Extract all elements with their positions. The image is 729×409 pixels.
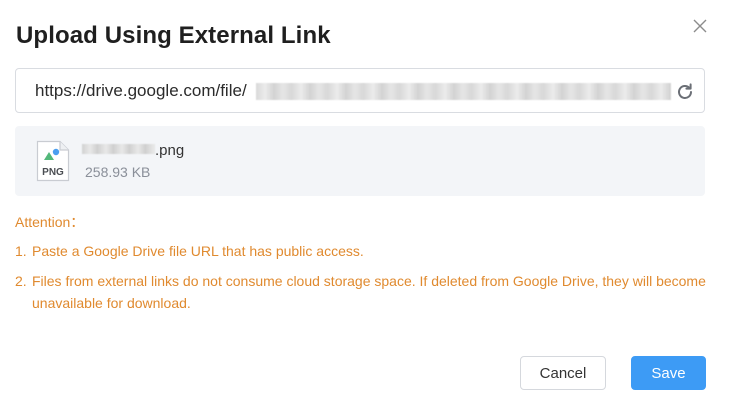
file-name-redacted	[82, 144, 155, 154]
file-name: .png	[155, 142, 185, 159]
file-card: PNG .png 258.93 KB	[15, 126, 705, 196]
url-input-value[interactable]: https://drive.google.com/file/	[35, 81, 247, 101]
close-button[interactable]	[688, 14, 712, 38]
note-item: 2. Files from external links do not cons…	[15, 270, 715, 314]
note-number: 2.	[15, 273, 27, 289]
dialog-title: Upload Using External Link	[16, 22, 331, 49]
url-input[interactable]: https://drive.google.com/file/	[15, 68, 705, 113]
attention-label: Attention：	[15, 214, 85, 230]
cancel-button[interactable]: Cancel	[520, 356, 606, 390]
note-text: Paste a Google Drive file URL that has p…	[32, 243, 364, 259]
url-redacted-portion	[256, 83, 671, 100]
attention-notes: 1. Paste a Google Drive file URL that ha…	[15, 240, 715, 322]
note-text: Files from external links do not consume…	[32, 273, 706, 311]
png-file-icon: PNG	[36, 140, 70, 182]
note-item: 1. Paste a Google Drive file URL that ha…	[15, 240, 715, 262]
note-number: 1.	[15, 243, 27, 259]
save-button[interactable]: Save	[631, 356, 706, 390]
refresh-button[interactable]	[674, 81, 696, 103]
refresh-icon[interactable]	[675, 82, 695, 102]
close-icon[interactable]	[693, 19, 707, 33]
file-size: 258.93 KB	[85, 164, 151, 180]
file-icon-label: PNG	[42, 167, 64, 178]
upload-external-link-dialog: Upload Using External Link https://drive…	[0, 0, 729, 409]
